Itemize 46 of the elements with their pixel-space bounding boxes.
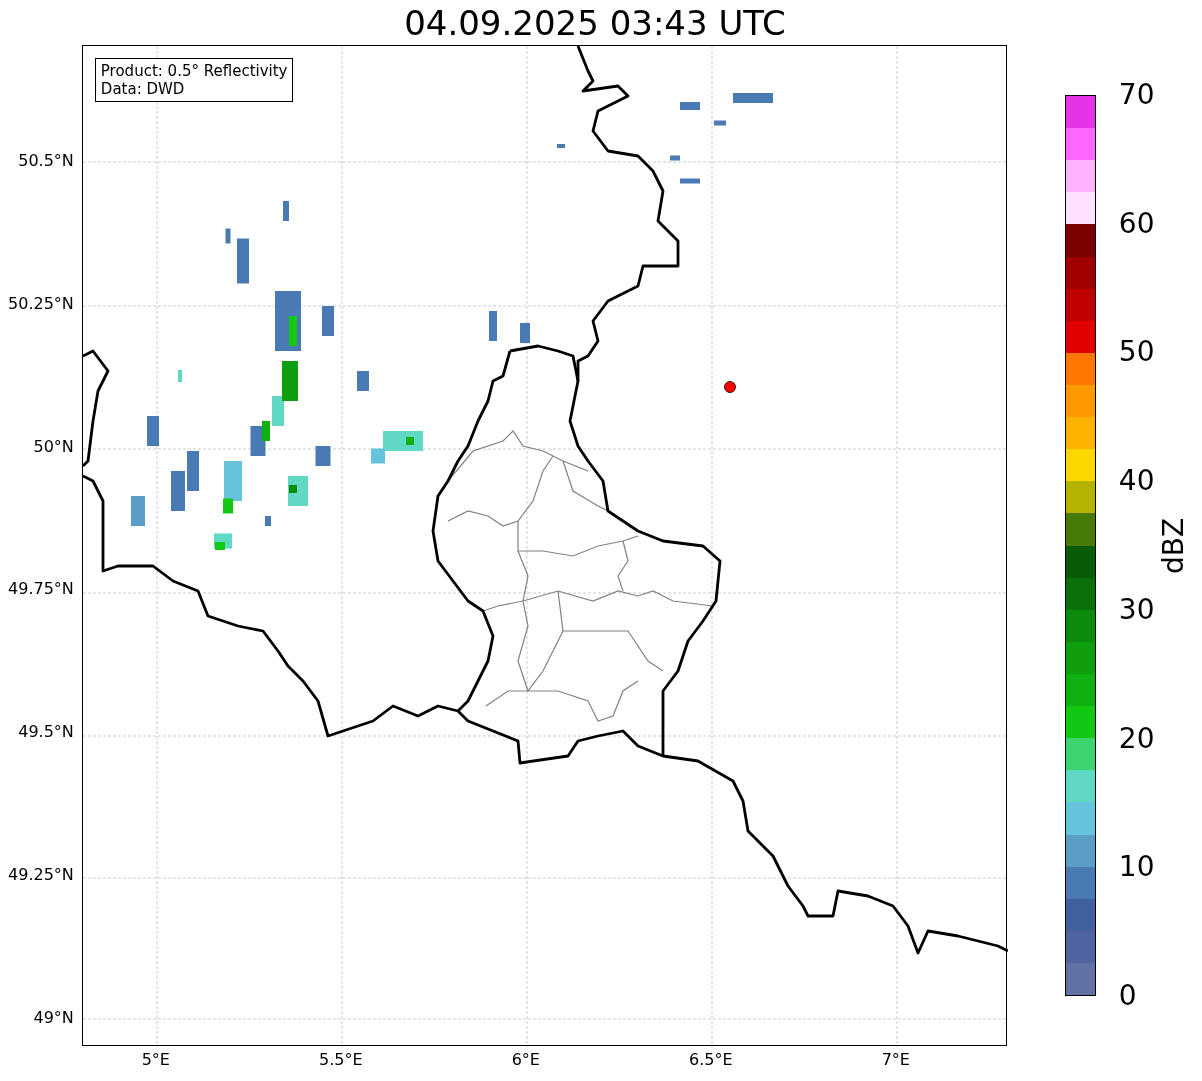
latitude-label: 49°N [33, 1009, 74, 1026]
scale-tick-label: 10 [1118, 853, 1155, 882]
longitude-label: 6°E [511, 1052, 540, 1068]
radar-echo [186, 451, 199, 491]
radar-echo [556, 144, 565, 148]
latitude-label: 49.5°N [18, 724, 74, 741]
radar-echo [519, 323, 530, 343]
radar-echo [177, 370, 182, 382]
scale-tick-label: 0 [1118, 982, 1137, 1010]
radar-echo [264, 516, 271, 526]
scale-tick-label: 70 [1118, 81, 1155, 109]
longitude-label: 5.5°E [319, 1052, 363, 1068]
radar-echo [669, 155, 680, 161]
scale-tick-label: 60 [1118, 209, 1155, 238]
latitude-label: 49.25°N [8, 867, 74, 883]
legend-text: Data: DWD [100, 80, 186, 98]
radar-echo [315, 446, 331, 466]
radar-echo [732, 93, 773, 103]
latitude-label: 50°N [33, 438, 74, 455]
scale-tick-label: 20 [1118, 724, 1155, 753]
radar-echo [130, 496, 145, 526]
radar-echo [281, 361, 298, 401]
radar-echo [679, 102, 700, 110]
radar-echo [679, 178, 700, 184]
radar-echo [321, 306, 334, 336]
scale-axis-label: dBZ [1159, 517, 1188, 574]
radar-echo [488, 311, 497, 341]
radar-echo [356, 371, 369, 391]
radar-echo [146, 416, 159, 446]
location-marker [723, 381, 736, 393]
radar-echo [236, 238, 249, 284]
latitude-label: 50.25°N [8, 295, 74, 312]
radar-echo [282, 201, 289, 221]
scale-tick-label: 40 [1118, 467, 1155, 496]
longitude-label: 5°E [141, 1052, 170, 1068]
latitude-label: 49.75°N [8, 581, 74, 598]
legend-text: Product: 0.5° Reflectivity [100, 62, 288, 80]
radar-echo [713, 120, 726, 126]
radar-echo [170, 471, 185, 511]
scale-tick-label: 30 [1118, 595, 1155, 624]
longitude-label: 6.5°E [689, 1052, 733, 1068]
chart-title: 04.09.2025 03:43 UTC [403, 5, 786, 40]
radar-echo [225, 228, 231, 244]
latitude-label: 50.5°N [18, 153, 74, 169]
longitude-label: 7°E [881, 1052, 910, 1068]
scale-tick-label: 50 [1118, 338, 1155, 367]
